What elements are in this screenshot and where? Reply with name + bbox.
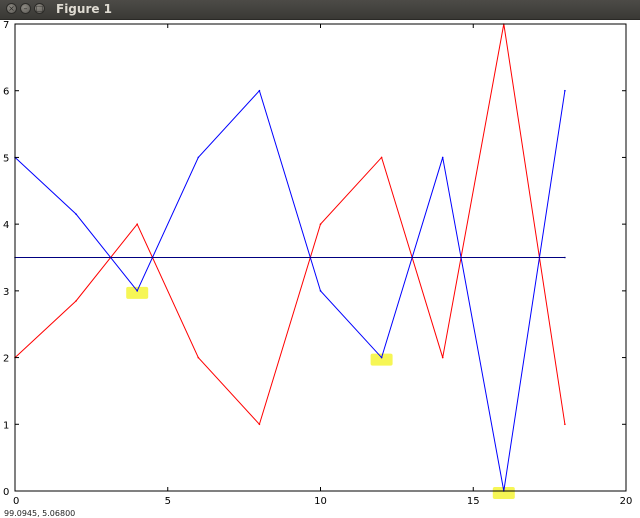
plot-canvas[interactable]: 0 5 10 15 20 0 1 2 3 4 5 6 7 (0, 19, 640, 510)
x-tick-label-10: 10 (314, 496, 327, 507)
series-0-point-1 (75, 300, 77, 302)
highlight-mark-1 (370, 353, 393, 366)
series-1-point-6 (380, 356, 383, 359)
series-1-point-1 (75, 213, 77, 215)
y-tick-label-3: 3 (3, 287, 9, 298)
axis-ticks: 0 5 10 15 20 0 1 2 3 4 5 6 7 (3, 20, 632, 507)
series-1-point-4 (258, 89, 261, 92)
minimize-icon[interactable]: – (20, 3, 31, 14)
series-1-point-2 (136, 290, 138, 292)
series-0-point-6 (380, 156, 383, 159)
window-titlebar: × – □ Figure 1 (0, 0, 640, 20)
x-tick-label-20: 20 (620, 496, 633, 507)
series-1-point-3 (197, 156, 200, 159)
series-0-point-4 (258, 423, 261, 426)
x-tick-label-5: 5 (165, 496, 171, 507)
highlight-mark-0 (126, 286, 149, 299)
plot-series (14, 23, 566, 492)
series-line-1 (14, 89, 566, 492)
y-tick-label-0: 0 (3, 487, 9, 498)
series-1-point-9 (564, 89, 566, 92)
y-tick-label-4: 4 (3, 220, 9, 231)
x-tick-label-0: 0 (13, 496, 19, 507)
y-tick-label-7: 7 (3, 20, 9, 31)
y-tick-label-6: 6 (3, 87, 9, 98)
x-tick-label-15: 15 (467, 496, 480, 507)
series-0-point-9 (564, 423, 566, 426)
maximize-icon[interactable]: □ (34, 3, 45, 14)
series-1-point-7 (441, 156, 444, 159)
y-tick-label-2: 2 (3, 354, 9, 365)
cursor-status: 99.0945, 5.06800 (4, 509, 76, 518)
y-tick-label-5: 5 (3, 153, 9, 164)
series-line-0 (14, 23, 566, 426)
y-tick-label-1: 1 (3, 420, 9, 431)
window-title: Figure 1 (56, 2, 113, 16)
close-icon[interactable]: × (6, 3, 17, 14)
series-0-point-3 (197, 356, 200, 359)
series-1-point-5 (319, 290, 322, 292)
highlight-marks (126, 286, 515, 499)
series-0-point-7 (441, 356, 444, 359)
series-0-point-2 (136, 223, 138, 225)
series-2-point-1 (564, 256, 566, 259)
series-0-point-5 (319, 223, 322, 225)
